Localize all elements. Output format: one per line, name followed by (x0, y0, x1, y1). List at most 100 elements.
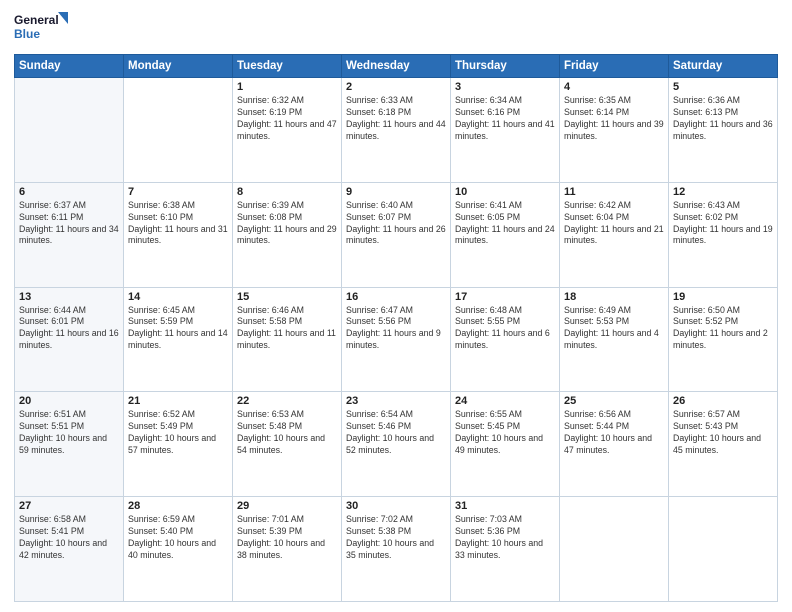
calendar-cell: 11 Sunrise: 6:42 AMSunset: 6:04 PMDayligh… (560, 182, 669, 287)
day-number: 4 (564, 81, 664, 93)
day-number: 13 (19, 291, 119, 303)
calendar-cell: 6Sunrise: 6:37 AMSunset: 6:11 PMDaylight… (15, 182, 124, 287)
weekday-header-thursday: Thursday (451, 55, 560, 78)
day-number: 14 (128, 291, 228, 303)
cell-info: Sunrise: 6:48 AM (455, 305, 555, 317)
cell-info: Sunrise: 6:51 AM (19, 409, 119, 421)
cell-info: Daylight: 11 hours and 24 minutes. (455, 224, 555, 248)
calendar-cell: 16Sunrise: 6:47 AMSunset: 5:56 PMDayligh… (342, 287, 451, 392)
calendar-cell: 12Sunrise: 6:43 AMSunset: 6:02 PMDayligh… (669, 182, 778, 287)
weekday-header-sunday: Sunday (15, 55, 124, 78)
cell-info: Daylight: 11 hours and 26 minutes. (346, 224, 446, 248)
cell-info: Daylight: 11 hours and 6 minutes. (455, 328, 555, 352)
cell-info: Daylight: 11 hours and 9 minutes. (346, 328, 446, 352)
cell-info: Sunrise: 6:38 AM (128, 200, 228, 212)
calendar-cell: 29Sunrise: 7:01 AMSunset: 5:39 PMDayligh… (233, 497, 342, 602)
day-number: 25 (564, 395, 664, 407)
cell-info: Sunset: 6:11 PM (19, 212, 119, 224)
cell-info: Sunrise: 6:42 AM (564, 200, 664, 212)
cell-info: Sunrise: 6:55 AM (455, 409, 555, 421)
weekday-header-friday: Friday (560, 55, 669, 78)
weekday-header-saturday: Saturday (669, 55, 778, 78)
cell-info: Sunrise: 6:49 AM (564, 305, 664, 317)
calendar-cell: 27Sunrise: 6:58 AMSunset: 5:41 PMDayligh… (15, 497, 124, 602)
calendar-cell: 30Sunrise: 7:02 AMSunset: 5:38 PMDayligh… (342, 497, 451, 602)
day-number: 8 (237, 186, 337, 198)
cell-info: Sunrise: 6:58 AM (19, 514, 119, 526)
cell-info: Sunset: 5:55 PM (455, 316, 555, 328)
day-number: 28 (128, 500, 228, 512)
day-number: 16 (346, 291, 446, 303)
day-number: 15 (237, 291, 337, 303)
week-row-4: 27Sunrise: 6:58 AMSunset: 5:41 PMDayligh… (15, 497, 778, 602)
cell-info: Sunset: 5:41 PM (19, 526, 119, 538)
cell-info: Sunrise: 6:35 AM (564, 95, 664, 107)
day-number: 19 (673, 291, 773, 303)
cell-info: Sunrise: 6:57 AM (673, 409, 773, 421)
calendar-cell: 21Sunrise: 6:52 AMSunset: 5:49 PMDayligh… (124, 392, 233, 497)
cell-info: Daylight: 11 hours and 41 minutes. (455, 119, 555, 143)
day-number: 20 (19, 395, 119, 407)
cell-info: Daylight: 11 hours and 14 minutes. (128, 328, 228, 352)
cell-info: Daylight: 11 hours and 31 minutes. (128, 224, 228, 248)
cell-info: Sunrise: 6:39 AM (237, 200, 337, 212)
cell-info: Sunset: 5:48 PM (237, 421, 337, 433)
weekday-header-tuesday: Tuesday (233, 55, 342, 78)
calendar-cell: 22 Sunrise: 6:53 AMSunset: 5:48 PMDayligh… (233, 392, 342, 497)
day-number: 11 (564, 186, 664, 198)
cell-info: Sunset: 5:38 PM (346, 526, 446, 538)
calendar-cell: 20Sunrise: 6:51 AMSunset: 5:51 PMDayligh… (15, 392, 124, 497)
week-row-2: 13Sunrise: 6:44 AMSunset: 6:01 PMDayligh… (15, 287, 778, 392)
weekday-header-row: SundayMondayTuesdayWednesdayThursdayFrid… (15, 55, 778, 78)
cell-info: Sunrise: 6:40 AM (346, 200, 446, 212)
cell-info: Sunrise: 6:53 AM (237, 409, 337, 421)
svg-text:General: General (14, 13, 59, 27)
calendar-cell: 17Sunrise: 6:48 AMSunset: 5:55 PMDayligh… (451, 287, 560, 392)
header: General Blue (14, 10, 778, 48)
calendar-cell: 8Sunrise: 6:39 AMSunset: 6:08 PMDaylight… (233, 182, 342, 287)
calendar-cell: 1Sunrise: 6:32 AMSunset: 6:19 PMDaylight… (233, 78, 342, 183)
cell-info: Sunrise: 6:32 AM (237, 95, 337, 107)
calendar-cell: 24Sunrise: 6:55 AMSunset: 5:45 PMDayligh… (451, 392, 560, 497)
day-number: 30 (346, 500, 446, 512)
cell-info: Sunrise: 6:37 AM (19, 200, 119, 212)
cell-info: Daylight: 10 hours and 59 minutes. (19, 433, 119, 457)
cell-info: Sunset: 6:05 PM (455, 212, 555, 224)
weekday-header-wednesday: Wednesday (342, 55, 451, 78)
day-number: 3 (455, 81, 555, 93)
cell-info: Daylight: 10 hours and 49 minutes. (455, 433, 555, 457)
cell-info: Sunrise: 6:41 AM (455, 200, 555, 212)
day-number: 24 (455, 395, 555, 407)
cell-info: Daylight: 10 hours and 35 minutes. (346, 538, 446, 562)
cell-info: Daylight: 11 hours and 2 minutes. (673, 328, 773, 352)
calendar-cell: 26Sunrise: 6:57 AMSunset: 5:43 PMDayligh… (669, 392, 778, 497)
cell-info: Daylight: 10 hours and 47 minutes. (564, 433, 664, 457)
cell-info: Sunrise: 6:33 AM (346, 95, 446, 107)
day-number: 31 (455, 500, 555, 512)
cell-info: Sunset: 5:44 PM (564, 421, 664, 433)
calendar-cell: 25Sunrise: 6:56 AMSunset: 5:44 PMDayligh… (560, 392, 669, 497)
cell-info: Sunset: 6:07 PM (346, 212, 446, 224)
cell-info: Sunrise: 6:45 AM (128, 305, 228, 317)
calendar-cell: 10Sunrise: 6:41 AMSunset: 6:05 PMDayligh… (451, 182, 560, 287)
calendar-cell: 15Sunrise: 6:46 AMSunset: 5:58 PMDayligh… (233, 287, 342, 392)
cell-info: Sunrise: 6:59 AM (128, 514, 228, 526)
cell-info: Daylight: 11 hours and 21 minutes. (564, 224, 664, 248)
cell-info: Sunset: 5:58 PM (237, 316, 337, 328)
day-number: 22 (237, 395, 337, 407)
cell-info: Daylight: 10 hours and 54 minutes. (237, 433, 337, 457)
cell-info: Sunset: 6:04 PM (564, 212, 664, 224)
cell-info: Daylight: 11 hours and 11 minutes. (237, 328, 337, 352)
cell-info: Sunset: 5:59 PM (128, 316, 228, 328)
cell-info: Daylight: 11 hours and 44 minutes. (346, 119, 446, 143)
cell-info: Daylight: 10 hours and 40 minutes. (128, 538, 228, 562)
cell-info: Sunset: 6:10 PM (128, 212, 228, 224)
cell-info: Sunset: 5:53 PM (564, 316, 664, 328)
cell-info: Sunrise: 7:03 AM (455, 514, 555, 526)
calendar-cell: 3Sunrise: 6:34 AMSunset: 6:16 PMDaylight… (451, 78, 560, 183)
cell-info: Daylight: 10 hours and 57 minutes. (128, 433, 228, 457)
cell-info: Sunset: 6:18 PM (346, 107, 446, 119)
calendar-cell (669, 497, 778, 602)
day-number: 23 (346, 395, 446, 407)
cell-info: Sunset: 5:56 PM (346, 316, 446, 328)
